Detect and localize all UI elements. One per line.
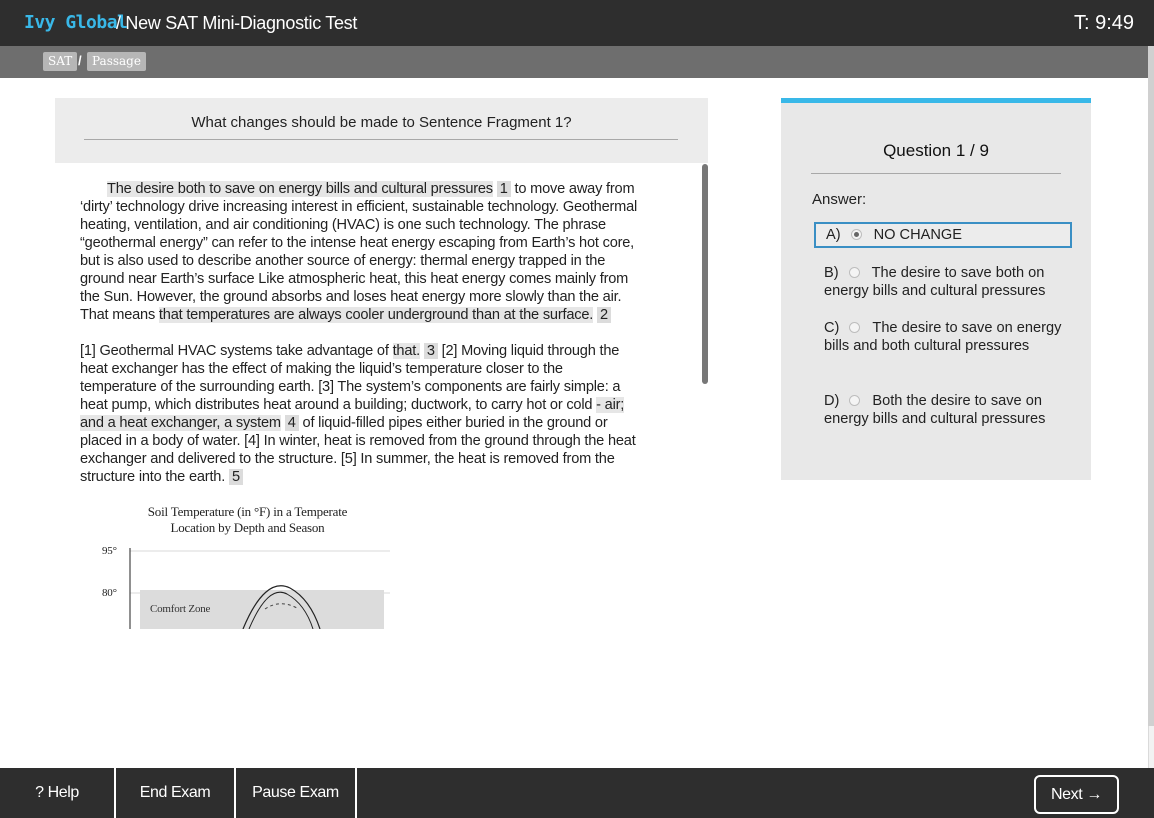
answer-option-a[interactable]: A) NO CHANGE <box>814 222 1072 248</box>
chart-plot: 95° 80° Comfort Zone <box>102 545 390 629</box>
brand-logo: Ivy Global <box>24 12 128 33</box>
passage-scrollbar[interactable] <box>702 164 708 384</box>
question-counter: Question 1 / 9 <box>883 141 989 160</box>
answer-option-d[interactable]: D) Both the desire to save on energy bill… <box>824 392 1069 428</box>
test-title: / New SAT Mini-Diagnostic Test <box>116 13 358 33</box>
breadcrumb-item-passage[interactable]: Passage <box>87 52 146 71</box>
question-marker-5[interactable]: 5 <box>228 469 243 485</box>
option-letter: C) <box>824 320 840 336</box>
question-marker-1[interactable]: 1 <box>496 181 511 197</box>
y-tick-label: 80° <box>102 587 117 599</box>
question-divider <box>84 139 678 140</box>
option-letter: D) <box>824 393 840 409</box>
radio-selected-icon[interactable] <box>850 229 862 240</box>
passage-paragraph: The desire both to save on energy bills … <box>80 180 640 324</box>
help-button[interactable]: ? Help <box>0 768 116 818</box>
highlight-fragment-1[interactable]: The desire both to save on energy bills … <box>107 181 493 197</box>
panel-divider <box>811 173 1061 174</box>
comfort-zone-label: Comfort Zone <box>150 603 211 615</box>
question-prompt: What changes should be made to Sentence … <box>191 114 572 131</box>
bottom-bar: ? Help End Exam Pause Exam Next → <box>0 768 1154 818</box>
y-tick-label: 95° <box>102 545 117 557</box>
page-scrollbar-thumb[interactable] <box>1148 46 1154 726</box>
breadcrumb-separator: / <box>78 53 82 68</box>
question-marker-3[interactable]: 3 <box>423 343 438 359</box>
radio-icon[interactable] <box>848 267 860 278</box>
top-bar: Ivy Global / New SAT Mini-Diagnostic Tes… <box>0 0 1154 46</box>
option-letter: B) <box>824 265 839 281</box>
breadcrumb-item-sat[interactable]: SAT <box>43 52 78 71</box>
radio-icon[interactable] <box>849 395 861 406</box>
exam-timer: T: 9:49 <box>1073 12 1134 34</box>
question-marker-4[interactable]: 4 <box>284 415 299 431</box>
soil-temperature-chart: Soil Temperature (in °F) in a Temperate … <box>85 504 395 629</box>
option-text: NO CHANGE <box>873 227 962 243</box>
passage-panel[interactable]: The desire both to save on energy bills … <box>80 180 640 658</box>
radio-icon[interactable] <box>849 322 861 333</box>
answer-label: Answer: <box>812 191 867 208</box>
passage-paragraph: [1] Geothermal HVAC systems take advanta… <box>80 342 640 486</box>
highlight-fragment-3[interactable]: that. <box>392 343 420 359</box>
next-button[interactable]: Next → <box>1034 775 1119 814</box>
option-letter: A) <box>826 227 841 243</box>
end-exam-button[interactable]: End Exam <box>116 768 236 818</box>
pause-exam-button[interactable]: Pause Exam <box>236 768 357 818</box>
passage-text: to move away from ‘dirty’ technology dri… <box>80 181 638 323</box>
question-header: What changes should be made to Sentence … <box>55 98 708 163</box>
question-marker-2[interactable]: 2 <box>597 307 611 323</box>
answer-panel: Question 1 / 9 Answer: A) NO CHANGE B) The… <box>781 98 1091 480</box>
answer-option-b[interactable]: B) The desire to save both on energy bill… <box>824 264 1069 300</box>
answer-option-c[interactable]: C) The desire to save on energy bills and… <box>824 319 1069 355</box>
breadcrumb: SAT / Passage <box>0 46 1148 78</box>
highlight-fragment-2[interactable]: that temperatures are always cooler unde… <box>158 307 593 323</box>
passage-text: [1] Geothermal HVAC systems take advanta… <box>80 343 393 359</box>
